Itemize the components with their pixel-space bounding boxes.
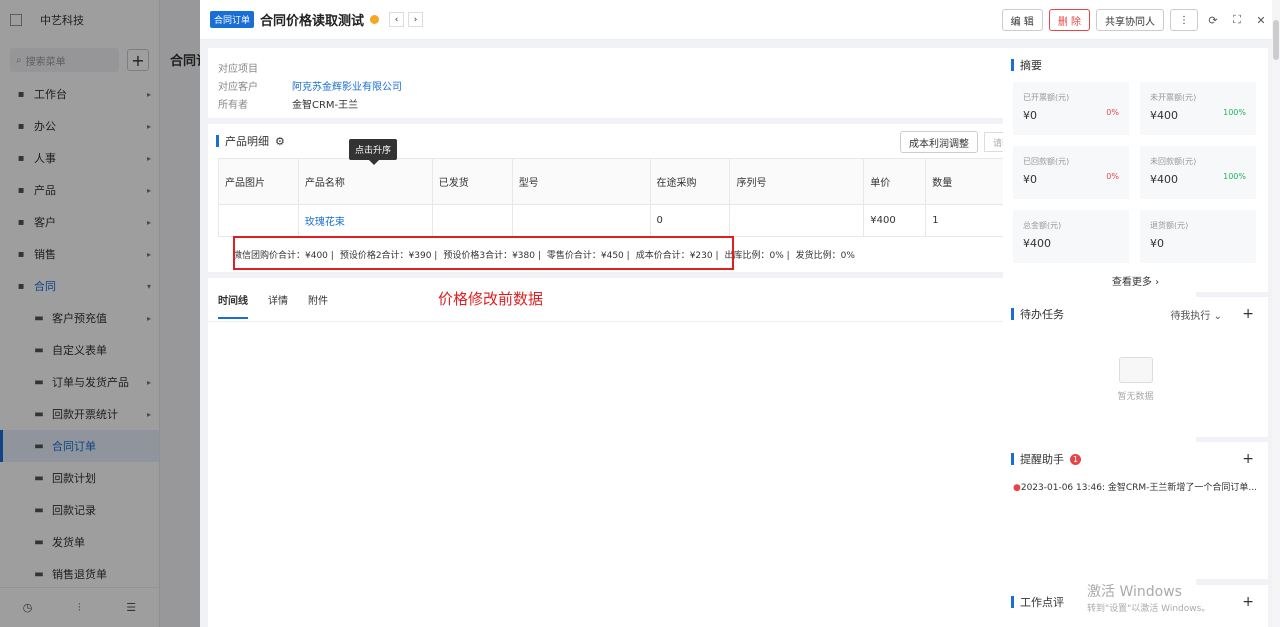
card-value: ¥0	[1023, 173, 1037, 186]
column-header: 序列号	[729, 158, 865, 205]
share-collaborator-button[interactable]: 共享协同人	[1096, 9, 1164, 31]
table-cell	[431, 204, 513, 237]
card-percent: 100%	[1223, 172, 1246, 181]
reminder-title: 提醒助手	[1020, 453, 1064, 466]
total-item: 出库比例：0% |	[724, 250, 790, 261]
total-item: 发货比例：0%	[795, 250, 855, 261]
add-review-icon[interactable]: +	[1242, 594, 1254, 610]
type-tag: 合同订单	[210, 11, 255, 28]
add-task-icon[interactable]: +	[1242, 306, 1254, 322]
tab-2[interactable]: 附件	[308, 292, 328, 307]
column-header[interactable]: 产品名称	[297, 158, 433, 205]
reminder-badge: 1	[1070, 453, 1081, 465]
summary-panel: 摘要 已开票额(元) ¥0 0% 未开票额(元) ¥400 100% 已回款额(元) ¥0 0%…	[1003, 48, 1268, 292]
tab-1[interactable]: 详情	[268, 292, 288, 307]
next-icon[interactable]: ›	[408, 12, 424, 27]
card-value: ¥0	[1150, 237, 1164, 250]
empty-box-icon	[1118, 357, 1153, 383]
summary-card: 退货额(元) ¥0	[1140, 210, 1256, 263]
card-percent: 0%	[1106, 172, 1119, 181]
table-cell: ¥400	[863, 204, 927, 237]
column-header: 单价	[863, 158, 927, 205]
fullscreen-icon[interactable]: ⛶	[1228, 13, 1246, 27]
cost-profit-button[interactable]: 成本利润调整	[900, 131, 978, 153]
summary-title: 摘要	[1020, 59, 1042, 72]
empty-text: 暂无数据	[1117, 392, 1154, 402]
tab-0[interactable]: 时间线	[218, 292, 248, 319]
reminder-item[interactable]: ●2023-01-06 13:46: 金智CRM-王兰新增了一个合同订单...	[1003, 480, 1268, 493]
view-more-link[interactable]: 查看更多 ›	[1003, 273, 1268, 288]
table-cell: 0	[649, 204, 731, 237]
table-cell	[511, 204, 651, 237]
owner-value: 金智CRM-王兰	[292, 99, 359, 111]
task-panel: 待办任务 待我执行 ⌄ + 暂无数据	[1003, 297, 1268, 437]
card-label: 退货额(元)	[1150, 221, 1189, 230]
star-icon[interactable]	[370, 15, 380, 24]
card-label: 已开票额(元)	[1023, 93, 1070, 102]
card-label: 已回款额(元)	[1023, 157, 1070, 166]
column-header: 在途采购	[649, 158, 731, 205]
refresh-icon[interactable]: ⟳	[1204, 14, 1222, 27]
section-marker	[1011, 453, 1014, 465]
summary-card: 未开票额(元) ¥400 100%	[1140, 82, 1256, 135]
close-icon[interactable]: ✕	[1252, 14, 1270, 27]
windows-watermark: 激活 Windows 转到"设置"以激活 Windows。	[1087, 584, 1211, 614]
section-marker	[1011, 308, 1014, 320]
card-label: 总金额(元)	[1023, 221, 1062, 230]
highlight-box	[233, 236, 734, 270]
edit-button[interactable]: 编 辑	[1001, 9, 1043, 31]
product-section-title: 产品明细	[225, 135, 269, 148]
scrollbar[interactable]	[1272, 0, 1280, 627]
delete-button[interactable]: 删 除	[1048, 9, 1090, 31]
customer-label: 对应客户	[218, 81, 258, 93]
card-label: 未回款额(元)	[1150, 157, 1197, 166]
task-title: 待办任务	[1020, 308, 1064, 321]
card-percent: 100%	[1223, 108, 1246, 117]
review-title: 工作点评	[1020, 596, 1064, 609]
owner-label: 所有者	[218, 99, 248, 111]
more-icon[interactable]: ⋮	[1170, 9, 1198, 31]
summary-card: 未回款额(元) ¥400 100%	[1140, 146, 1256, 199]
column-header: 产品图片	[218, 158, 299, 205]
summary-card: 已回款额(元) ¥0 0%	[1013, 146, 1129, 199]
card-value: ¥0	[1023, 109, 1037, 122]
summary-card: 已开票额(元) ¥0 0%	[1013, 82, 1129, 135]
sort-tooltip: 点击升序	[349, 139, 398, 165]
add-reminder-icon[interactable]: +	[1242, 451, 1254, 467]
project-label: 对应项目	[218, 63, 258, 75]
prev-icon[interactable]: ‹	[389, 12, 405, 27]
settings-icon[interactable]: ⚙	[275, 135, 285, 148]
card-value: ¥400	[1023, 237, 1051, 250]
column-header: 已发货	[431, 158, 513, 205]
column-header: 型号	[511, 158, 651, 205]
table-cell[interactable]: 玫瑰花束	[297, 204, 433, 237]
summary-card: 总金额(元) ¥400	[1013, 210, 1129, 263]
customer-link[interactable]: 阿克苏金辉影业有限公司	[292, 78, 402, 93]
section-marker	[216, 135, 219, 147]
detail-drawer: 合同订单 合同价格读取测试 ‹ › 编 辑 删 除 共享协同人 ⋮ ⟳ ⛶ ✕ …	[200, 0, 1280, 627]
card-label: 未开票额(元)	[1150, 93, 1197, 102]
task-filter[interactable]: 待我执行 ⌄	[1170, 307, 1222, 322]
annotation-note: 价格修改前数据	[438, 290, 544, 308]
table-cell	[218, 204, 299, 237]
reminder-panel: 提醒助手 1 + ●2023-01-06 13:46: 金智CRM-王兰新增了一…	[1003, 442, 1268, 579]
card-percent: 0%	[1106, 108, 1119, 117]
table-cell	[729, 204, 865, 237]
drawer-header: 合同订单 合同价格读取测试 ‹ › 编 辑 删 除 共享协同人 ⋮ ⟳ ⛶ ✕	[200, 0, 1280, 40]
section-marker	[1011, 596, 1014, 608]
section-marker	[1011, 59, 1014, 71]
scroll-thumb[interactable]	[1273, 20, 1279, 60]
record-title: 合同价格读取测试	[260, 14, 365, 29]
